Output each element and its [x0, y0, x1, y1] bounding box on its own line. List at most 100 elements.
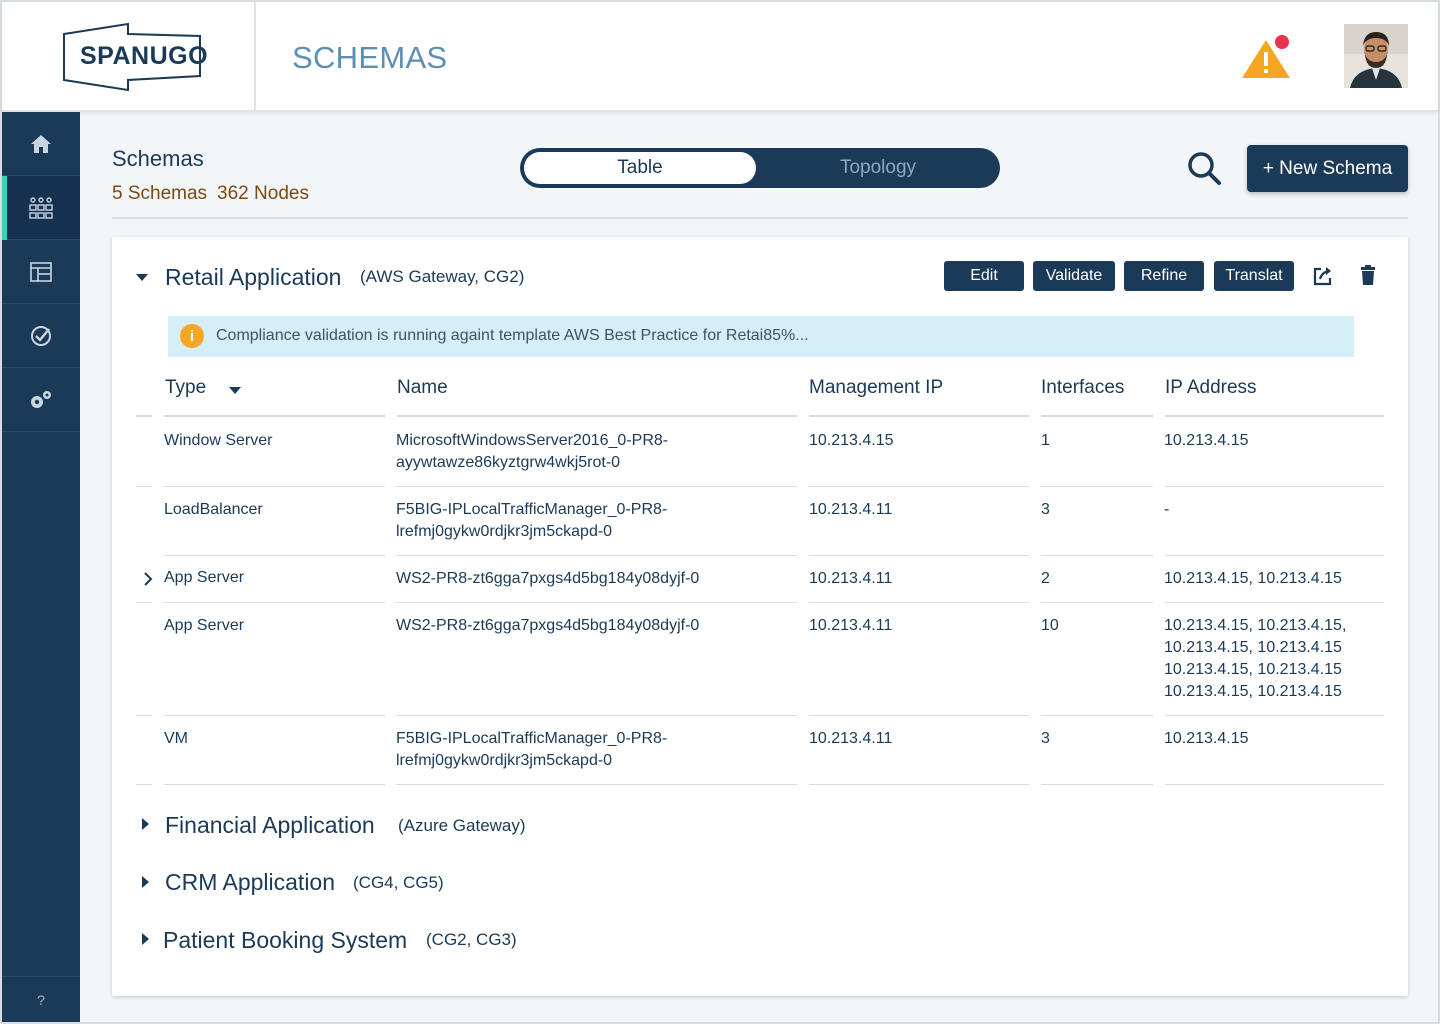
column-header-ip-address[interactable]: IP Address [1165, 377, 1257, 399]
expand-caret-icon[interactable] [142, 876, 149, 888]
expand-caret-icon[interactable] [142, 933, 149, 945]
row-divider [1041, 486, 1153, 487]
settings-icon [31, 390, 51, 408]
node-count: 362 Nodes [217, 183, 309, 204]
cell-ip-address: 10.213.4.15, 10.213.4.15 [1164, 570, 1342, 587]
row-divider [164, 555, 385, 556]
column-header-interfaces[interactable]: Interfaces [1041, 377, 1124, 399]
row-divider [1041, 602, 1153, 603]
cell-type: App Server [164, 617, 245, 634]
row-divider [1165, 486, 1384, 487]
row-divider [809, 486, 1029, 487]
sidebar-item-schemas[interactable] [2, 176, 80, 240]
schemas-icon [29, 196, 53, 219]
cell-name: MicrosoftWindowsServer2016_0-PR8- ayywtaw… [396, 432, 669, 471]
row-divider [809, 555, 1029, 556]
toggle-topology[interactable]: Topology [760, 152, 996, 184]
refine-button[interactable]: Refine [1124, 261, 1204, 291]
header-underline [397, 415, 797, 417]
page-title: SCHEMAS [292, 40, 448, 75]
row-divider [809, 784, 1029, 785]
delete-icon[interactable] [1360, 265, 1376, 285]
sort-caret-icon[interactable] [229, 387, 241, 394]
cell-mgmt-ip: 10.213.4.11 [809, 570, 893, 587]
row-divider [396, 555, 797, 556]
row-divider [136, 602, 152, 603]
row-divider [136, 715, 152, 716]
collapse-caret-icon[interactable] [136, 274, 148, 281]
cell-mgmt-ip: 10.213.4.11 [809, 730, 893, 747]
validate-button[interactable]: Validate [1033, 261, 1115, 291]
row-divider [1165, 715, 1384, 716]
sidebar-item-settings[interactable] [2, 368, 80, 432]
schema-list-card: Retail Application (AWS Gateway, CG2) Ed… [112, 237, 1408, 996]
cell-mgmt-ip: 10.213.4.11 [809, 617, 893, 634]
warning-alert-icon[interactable] [1240, 34, 1292, 80]
column-header-mgmt-ip[interactable]: Management IP [809, 377, 943, 399]
toggle-table[interactable]: Table [524, 152, 756, 184]
row-divider [164, 784, 385, 785]
search-icon[interactable] [1186, 150, 1222, 186]
row-divider [1041, 555, 1153, 556]
header-underline [136, 415, 152, 417]
row-divider [396, 602, 797, 603]
column-header-type[interactable]: Type [165, 377, 206, 399]
row-divider [1165, 555, 1384, 556]
section-title: Schemas [112, 146, 204, 171]
row-divider [1041, 784, 1153, 785]
schema-title-patient-booking[interactable]: Patient Booking System [163, 927, 407, 954]
cell-type: VM [164, 730, 188, 747]
logo-text: SPANUGO [80, 42, 209, 70]
header-underline [1165, 415, 1384, 417]
cell-interfaces: 3 [1041, 501, 1050, 518]
row-divider [1165, 602, 1384, 603]
row-divider [1041, 715, 1153, 716]
sidebar-item-compliance[interactable] [2, 304, 80, 368]
row-divider [164, 602, 385, 603]
cell-type: LoadBalancer [164, 501, 263, 518]
schema-count: 5 Schemas [112, 183, 208, 204]
user-avatar[interactable] [1344, 24, 1408, 88]
cell-ip-address: 10.213.4.15 [1164, 730, 1249, 747]
cell-type: App Server [164, 569, 245, 586]
cell-interfaces: 1 [1041, 432, 1050, 449]
schema-title-financial[interactable]: Financial Application [165, 812, 375, 839]
sidebar-item-layout[interactable] [2, 240, 80, 304]
sidebar-item-home[interactable] [2, 112, 80, 176]
info-icon: i [180, 324, 204, 348]
header-underline [164, 415, 385, 417]
edit-button[interactable]: Edit [944, 261, 1024, 291]
layout-icon [30, 261, 52, 282]
cell-ip-address: 10.213.4.15, 10.213.4.15, 10.213.4.15, 10… [1164, 617, 1347, 700]
home-icon [31, 134, 51, 153]
schema-meta-patient-booking: (CG2, CG3) [426, 930, 517, 949]
schema-title-crm[interactable]: CRM Application [165, 869, 335, 896]
help-button[interactable]: ? [2, 976, 80, 1022]
row-divider [396, 715, 797, 716]
cell-mgmt-ip: 10.213.4.11 [809, 501, 893, 518]
translate-button[interactable]: Translat [1214, 261, 1294, 291]
cell-interfaces: 2 [1041, 570, 1050, 587]
cell-name: WS2-PR8-zt6gga7pxgs4d5bg184y08dyjf-0 [396, 617, 700, 634]
top-header: SPANUGO SCHEMAS [2, 2, 1438, 112]
schema-meta-financial: (Azure Gateway) [398, 816, 526, 835]
cell-interfaces: 10 [1041, 617, 1059, 634]
new-schema-button[interactable]: + New Schema [1247, 145, 1408, 192]
row-divider [396, 486, 797, 487]
banner-message: Compliance validation is running againt … [216, 327, 809, 344]
cell-mgmt-ip: 10.213.4.15 [809, 432, 894, 449]
toolbar-divider [112, 217, 1408, 219]
row-divider [136, 486, 152, 487]
expand-caret-icon[interactable] [142, 818, 149, 830]
schema-title-retail[interactable]: Retail Application [165, 264, 341, 291]
row-divider [164, 715, 385, 716]
export-icon[interactable] [1312, 265, 1334, 287]
row-divider [396, 784, 797, 785]
row-divider [136, 784, 152, 785]
logo-area[interactable]: SPANUGO [2, 2, 256, 112]
schema-meta-retail: (AWS Gateway, CG2) [360, 267, 525, 286]
column-header-name[interactable]: Name [397, 377, 448, 399]
expand-row-chevron-icon[interactable] [143, 572, 153, 586]
header-underline [1041, 415, 1153, 417]
row-divider [809, 602, 1029, 603]
